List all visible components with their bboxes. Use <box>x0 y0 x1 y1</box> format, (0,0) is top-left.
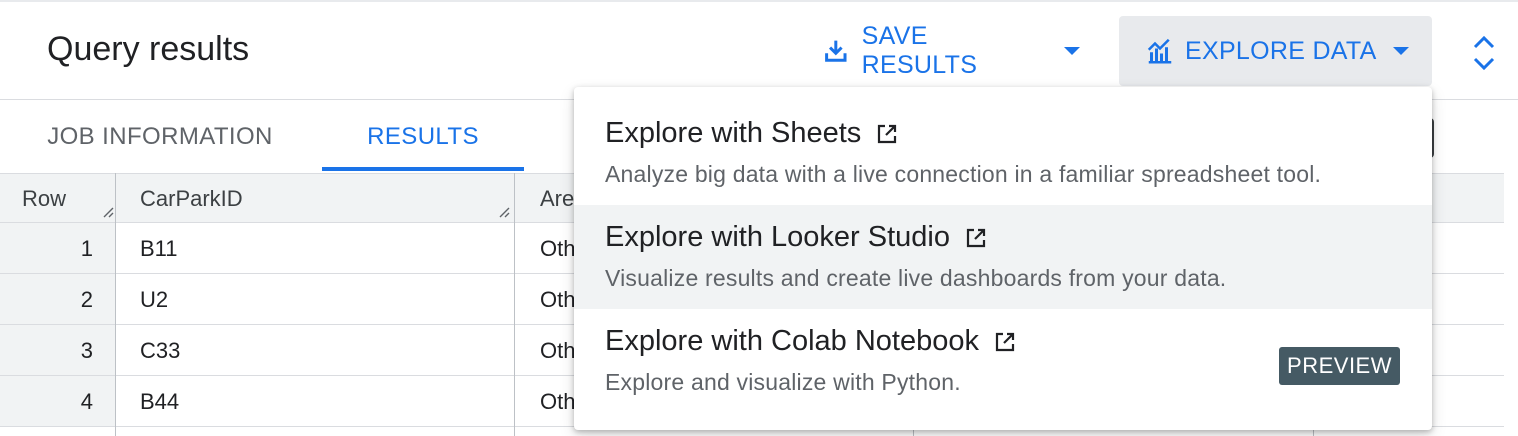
open-in-new-icon <box>966 228 986 247</box>
row-number: 4 <box>80 389 93 414</box>
menu-item-title: Explore with Colab Notebook <box>605 325 1017 358</box>
menu-item-description: Analyze big data with a live connection … <box>605 161 1322 187</box>
menu-item-title-text: Explore with Looker Studio <box>605 221 950 253</box>
tab-results-label: RESULTS <box>367 123 479 150</box>
save-results-button[interactable]: SAVE RESULTS <box>810 16 1080 86</box>
chevron-down-icon <box>1392 47 1409 55</box>
area-cell: Oth <box>540 236 576 261</box>
menu-item-description: Explore and visualize with Python. <box>605 369 961 395</box>
area-cell: Oth <box>540 389 576 414</box>
results-header: Query results SAVE RESULTS EXPLORE DATA <box>0 2 1518 100</box>
resize-handle-icon[interactable] <box>102 206 114 218</box>
column-divider <box>115 173 116 436</box>
open-in-new-icon <box>878 124 897 143</box>
menu-item-explore-colab[interactable]: Explore with Colab Notebook Explore and … <box>574 309 1432 413</box>
row-number: 3 <box>80 338 93 363</box>
menu-item-explore-sheets[interactable]: Explore with Sheets Analyze big data wit… <box>574 101 1432 205</box>
unfold-icon[interactable] <box>1470 34 1498 72</box>
menu-item-description: Visualize results and create live dashbo… <box>605 265 1227 291</box>
download-icon <box>825 40 847 62</box>
row-number-cell: 3 <box>0 325 115 375</box>
menu-item-title-text: Explore with Colab Notebook <box>605 325 979 357</box>
carparkid-cell: U2 <box>140 287 169 312</box>
carparkid-cell: B11 <box>140 236 178 261</box>
column-header-carparkid: CarParkID <box>140 186 243 211</box>
menu-item-title: Explore with Sheets <box>605 117 899 150</box>
chart-icon <box>1147 38 1172 64</box>
explore-data-label: EXPLORE DATA <box>1185 36 1377 65</box>
tab-results[interactable]: RESULTS <box>322 101 524 173</box>
menu-item-title: Explore with Looker Studio <box>605 221 988 254</box>
row-number: 1 <box>80 236 93 261</box>
explore-data-button[interactable]: EXPLORE DATA <box>1119 16 1432 86</box>
column-divider <box>514 173 515 436</box>
page-title: Query results <box>47 30 250 68</box>
column-header-row: Row <box>22 186 67 211</box>
tab-job-information[interactable]: JOB INFORMATION <box>0 101 320 173</box>
chevron-down-icon <box>1064 47 1080 55</box>
area-cell: Oth <box>540 338 576 363</box>
explore-data-menu: Explore with Sheets Analyze big data wit… <box>574 87 1432 430</box>
menu-item-title-text: Explore with Sheets <box>605 117 862 149</box>
active-tab-indicator <box>322 167 524 171</box>
carparkid-cell: B44 <box>140 389 180 414</box>
area-cell: Oth <box>540 287 576 312</box>
resize-handle-icon[interactable] <box>498 206 510 218</box>
row-number-cell: 4 <box>0 376 115 426</box>
row-number-cell: 1 <box>0 223 115 273</box>
save-results-label: SAVE RESULTS <box>861 22 978 79</box>
table-right-edge <box>1504 173 1518 436</box>
carparkid-cell: C33 <box>140 338 181 363</box>
menu-item-explore-looker-studio[interactable]: Explore with Looker Studio Visualize res… <box>574 205 1432 309</box>
column-header-area: Are <box>540 186 575 211</box>
row-number: 2 <box>80 287 93 312</box>
preview-badge: PREVIEW <box>1279 347 1400 385</box>
open-in-new-icon <box>995 332 1015 351</box>
row-number-cell: 2 <box>0 274 115 324</box>
